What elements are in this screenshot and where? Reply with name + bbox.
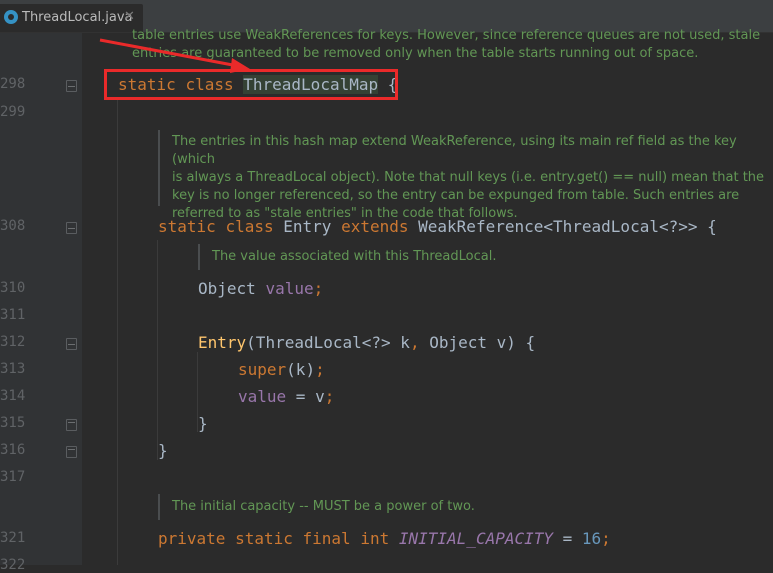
type-weakreference: WeakReference<ThreadLocal<?>> { bbox=[418, 217, 717, 236]
tab-label: ThreadLocal.java bbox=[22, 10, 133, 25]
line-number: 314 bbox=[0, 388, 26, 404]
keyword: int bbox=[360, 529, 390, 548]
fold-toggle-icon[interactable] bbox=[66, 419, 77, 431]
field-value: value bbox=[238, 387, 287, 406]
line-number: 315 bbox=[0, 415, 26, 431]
doc-comment-capacity: The initial capacity -- MUST be a power … bbox=[172, 499, 475, 514]
line-number: 311 bbox=[0, 307, 26, 323]
semicolon: ; bbox=[601, 529, 611, 548]
code-line-308[interactable]: static class Entry extends WeakReference… bbox=[158, 217, 717, 237]
line-number: 299 bbox=[0, 104, 26, 120]
params: Object v) { bbox=[419, 333, 536, 352]
keyword: static bbox=[235, 529, 293, 548]
line-number: 312 bbox=[0, 334, 26, 350]
keyword: class bbox=[225, 217, 274, 236]
close-icon[interactable]: ✕ bbox=[124, 9, 135, 24]
code-line-321[interactable]: private static final int INITIAL_CAPACIT… bbox=[158, 529, 611, 549]
type-object: Object bbox=[198, 279, 266, 298]
code-line-314[interactable]: value = v; bbox=[238, 387, 334, 407]
line-number: 316 bbox=[0, 442, 26, 458]
semicolon: ; bbox=[324, 387, 335, 406]
brace: } bbox=[198, 414, 208, 433]
semicolon: ; bbox=[315, 360, 325, 379]
doc-comment-bar bbox=[198, 244, 200, 270]
semicolon: ; bbox=[313, 279, 324, 298]
line-number: 308 bbox=[0, 218, 26, 234]
fold-toggle-icon[interactable] bbox=[66, 80, 77, 92]
code-line-312[interactable]: Entry(ThreadLocal<?> k, Object v) { bbox=[198, 333, 535, 353]
params: (ThreadLocal<?> k bbox=[246, 333, 410, 352]
doc-line: entries are guaranteed to be removed onl… bbox=[132, 46, 699, 61]
constructor-entry: Entry bbox=[198, 333, 247, 352]
indent-guide bbox=[157, 240, 158, 460]
fold-toggle-icon[interactable] bbox=[66, 338, 77, 350]
tab-threadlocal-java[interactable]: ThreadLocal.java ✕ bbox=[0, 4, 143, 32]
fold-toggle-icon[interactable] bbox=[66, 446, 77, 458]
doc-comment-top: table entries use WeakReferences for key… bbox=[132, 27, 760, 63]
class-name-entry: Entry bbox=[283, 217, 332, 236]
code-line-313[interactable]: super(k); bbox=[238, 360, 325, 380]
assignment: = bbox=[553, 529, 582, 548]
args: (k) bbox=[286, 360, 316, 379]
code-editor[interactable] bbox=[82, 33, 773, 565]
doc-comment-bar bbox=[158, 494, 160, 520]
keyword: private bbox=[158, 529, 226, 548]
keyword: static bbox=[158, 217, 216, 236]
number-literal: 16 bbox=[581, 529, 602, 548]
doc-line: is always a ThreadLocal object). Note th… bbox=[172, 170, 765, 185]
line-number: 317 bbox=[0, 469, 26, 485]
constant-initial-capacity: INITIAL_CAPACITY bbox=[398, 529, 553, 548]
keyword: super bbox=[238, 360, 287, 379]
java-class-icon bbox=[4, 10, 18, 24]
brace: } bbox=[158, 441, 168, 460]
doc-comment-bar bbox=[158, 130, 160, 206]
annotation-highlight-box bbox=[104, 69, 398, 100]
line-number: 298 bbox=[0, 76, 26, 92]
line-number: 313 bbox=[0, 361, 26, 377]
indent-guide bbox=[117, 100, 118, 565]
field-value: value bbox=[265, 279, 314, 298]
code-line-315[interactable]: } bbox=[198, 414, 208, 434]
line-number: 321 bbox=[0, 530, 26, 546]
doc-comment-entries: The entries in this hash map extend Weak… bbox=[172, 133, 773, 223]
keyword: extends bbox=[341, 217, 409, 236]
comma: , bbox=[409, 333, 420, 352]
keyword: final bbox=[302, 529, 351, 548]
fold-toggle-icon[interactable] bbox=[66, 222, 77, 234]
doc-line: The entries in this hash map extend Weak… bbox=[172, 134, 737, 167]
line-number: 310 bbox=[0, 280, 26, 296]
assignment: = v bbox=[286, 387, 325, 406]
line-number: 322 bbox=[0, 557, 26, 573]
doc-line: key is no longer referenced, so the entr… bbox=[172, 188, 740, 203]
doc-comment-value: The value associated with this ThreadLoc… bbox=[212, 249, 497, 264]
code-line-316[interactable]: } bbox=[158, 441, 168, 461]
code-line-310[interactable]: Object value; bbox=[198, 279, 323, 299]
doc-line: table entries use WeakReferences for key… bbox=[132, 28, 761, 43]
